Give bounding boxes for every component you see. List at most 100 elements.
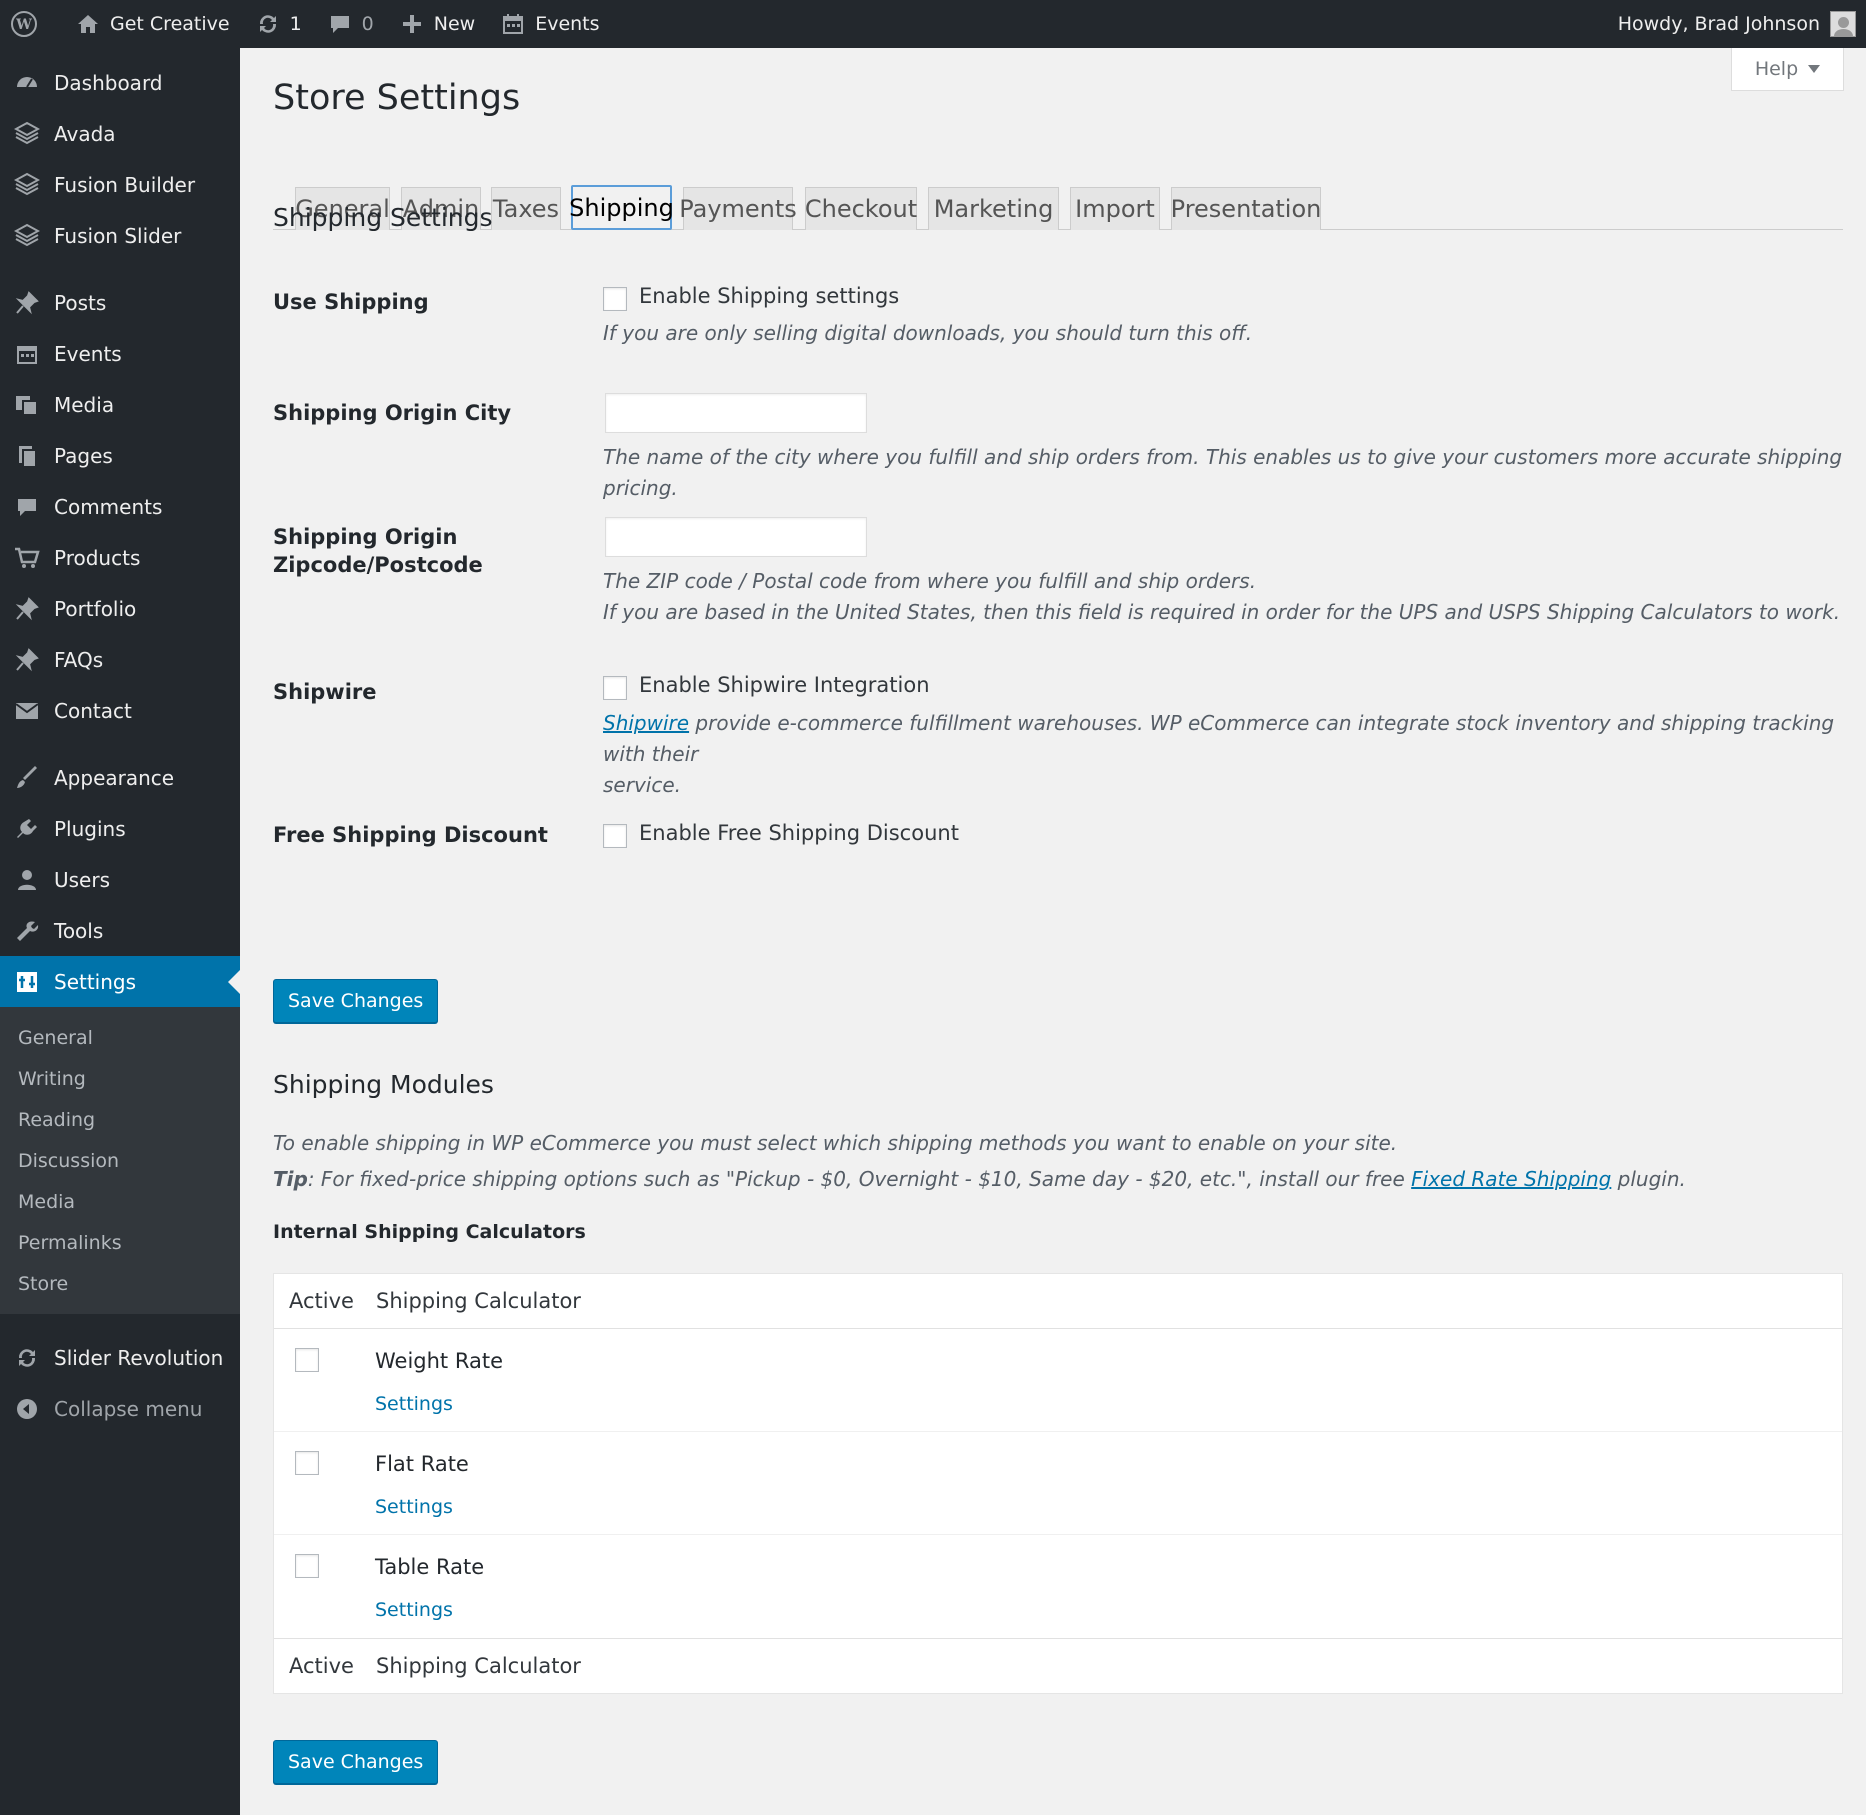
use-shipping-checkbox-label[interactable]: Enable Shipping settings [639,284,899,308]
help-label: Help [1754,58,1799,80]
menu-dashboard[interactable]: Dashboard [0,57,240,108]
flat-rate-checkbox[interactable] [295,1451,319,1475]
use-shipping-checkbox[interactable] [603,287,627,311]
menu-fusion-slider[interactable]: Fusion Slider [0,210,240,261]
tab-payments[interactable]: Payments [679,187,797,230]
menu-settings[interactable]: Settings [0,956,240,1007]
settings-submenu: General Writing Reading Discussion Media… [0,1007,240,1314]
settings-icon [14,969,40,995]
new-content-link[interactable]: New [388,0,489,48]
refresh-icon [14,1345,40,1371]
menu-plugins[interactable]: Plugins [0,803,240,854]
free-shipping-label: Free Shipping Discount [273,823,548,847]
origin-zip-desc-line2: If you are based in the United States, t… [603,600,1841,624]
menu-label: Settings [54,969,137,994]
origin-zip-label-line2: Zipcode/Postcode [273,553,483,577]
menu-products[interactable]: Products [0,532,240,583]
table-row: Table Rate Settings [274,1535,1842,1638]
dashboard-icon [14,70,40,96]
pin-icon [14,647,40,673]
menu-contact[interactable]: Contact [0,685,240,736]
weight-rate-checkbox[interactable] [295,1348,319,1372]
submenu-discussion[interactable]: Discussion [0,1140,240,1181]
collapse-arrow-icon [14,1396,40,1422]
help-button[interactable]: Help [1731,48,1844,91]
shipwire-checkbox[interactable] [603,676,627,700]
submenu-general[interactable]: General [0,1017,240,1058]
updates-count: 1 [289,13,302,35]
menu-users[interactable]: Users [0,854,240,905]
menu-label: Tools [54,918,104,943]
submenu-reading[interactable]: Reading [0,1099,240,1140]
menu-events[interactable]: Events [0,328,240,379]
avada-icon [14,121,40,147]
collapse-menu-button[interactable]: Collapse menu [0,1383,240,1434]
submenu-store[interactable]: Store [0,1263,240,1304]
calculator-settings-link[interactable]: Settings [375,1599,453,1621]
shipwire-desc-line1: provide e-commerce fulfillment warehouse… [603,711,1835,766]
media-icon [14,392,40,418]
calculator-name: Table Rate [375,1555,485,1579]
menu-portfolio[interactable]: Portfolio [0,583,240,634]
menu-label: Portfolio [54,596,137,621]
origin-zip-label-line1: Shipping Origin [273,525,458,549]
tab-checkout[interactable]: Checkout [805,187,917,230]
menu-faqs[interactable]: FAQs [0,634,240,685]
tab-marketing[interactable]: Marketing [928,187,1059,230]
menu-label: Comments [54,494,163,519]
free-shipping-checkbox[interactable] [603,824,627,848]
menu-tools[interactable]: Tools [0,905,240,956]
free-shipping-checkbox-label[interactable]: Enable Free Shipping Discount [639,821,959,845]
pin-icon [14,596,40,622]
fixed-rate-shipping-link[interactable]: Fixed Rate Shipping [1411,1167,1611,1191]
updates-icon [254,10,282,38]
save-changes-button-top[interactable]: Save Changes [273,979,439,1023]
plug-icon [14,816,40,842]
shipwire-label: Shipwire [273,680,377,704]
origin-city-label: Shipping Origin City [273,401,512,425]
events-link[interactable]: Events [489,0,613,48]
wordpress-logo-icon: W [10,10,38,38]
comments-link[interactable]: 0 [316,0,388,48]
menu-media[interactable]: Media [0,379,240,430]
calculator-name: Flat Rate [375,1452,469,1476]
origin-zip-input[interactable] [605,517,867,557]
pin-icon [14,290,40,316]
table-rate-checkbox[interactable] [295,1554,319,1578]
menu-label: FAQs [54,647,104,672]
tab-taxes[interactable]: Taxes [491,187,561,230]
submenu-writing[interactable]: Writing [0,1058,240,1099]
svg-text:W: W [15,17,32,33]
menu-posts[interactable]: Posts [0,277,240,328]
mail-icon [14,698,40,724]
shipwire-link[interactable]: Shipwire [603,711,689,735]
tab-shipping[interactable]: Shipping [569,185,674,230]
column-active: Active [289,1289,354,1313]
updates-link[interactable]: 1 [244,0,316,48]
origin-city-input[interactable] [605,393,867,433]
menu-label: Fusion Builder [54,172,196,197]
menu-fusion-builder[interactable]: Fusion Builder [0,159,240,210]
my-account-link[interactable]: Howdy, Brad Johnson [1618,11,1866,37]
events-label: Events [535,13,600,35]
submenu-permalinks[interactable]: Permalinks [0,1222,240,1263]
menu-label: Products [54,545,141,570]
wordpress-logo-button[interactable]: W [0,0,60,48]
menu-avada[interactable]: Avada [0,108,240,159]
calculator-settings-link[interactable]: Settings [375,1393,453,1415]
site-name-link[interactable]: Get Creative [60,0,244,48]
fusion-slider-icon [14,223,40,249]
menu-label: Users [54,867,111,892]
menu-pages[interactable]: Pages [0,430,240,481]
submenu-media[interactable]: Media [0,1181,240,1222]
menu-appearance[interactable]: Appearance [0,752,240,803]
menu-slider-revolution[interactable]: Slider Revolution [0,1332,240,1383]
origin-zip-label: Shipping Origin Zipcode/Postcode [273,523,483,579]
tab-import[interactable]: Import [1070,187,1160,230]
menu-label: Avada [54,121,116,146]
calculator-settings-link[interactable]: Settings [375,1496,453,1518]
menu-comments[interactable]: Comments [0,481,240,532]
shipwire-checkbox-label[interactable]: Enable Shipwire Integration [639,673,930,697]
save-changes-button-bottom[interactable]: Save Changes [273,1740,439,1784]
tab-presentation[interactable]: Presentation [1171,187,1321,230]
